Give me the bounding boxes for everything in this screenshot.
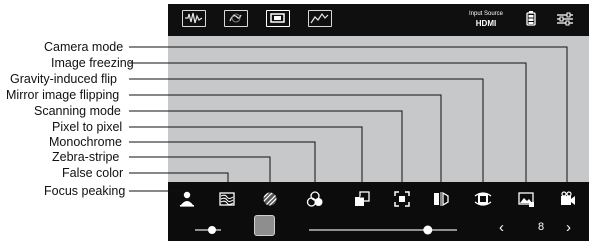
leader-false-color xyxy=(129,172,229,185)
callout-leader-lines xyxy=(129,46,568,192)
leader-zebra-stripe xyxy=(129,156,271,185)
leader-camera-mode xyxy=(129,46,568,185)
leader-image-freezing xyxy=(129,62,527,185)
leader-pixel-to-pixel xyxy=(129,126,363,185)
leader-scanning-mode xyxy=(129,110,403,185)
leader-mirror-flip xyxy=(129,94,442,185)
leader-monochrome xyxy=(129,141,316,185)
